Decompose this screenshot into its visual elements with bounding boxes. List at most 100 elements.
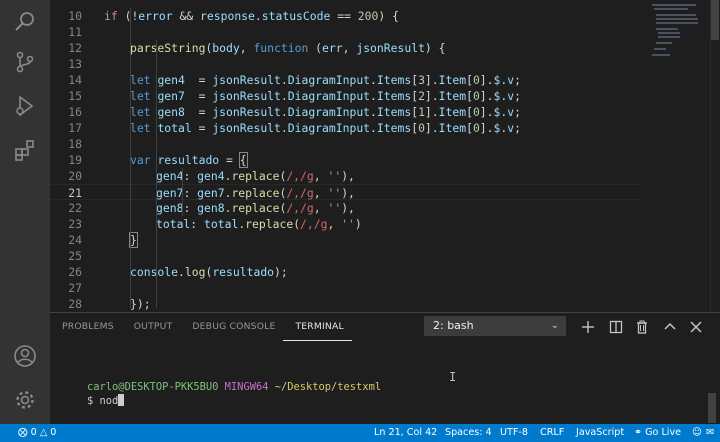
- trash-icon[interactable]: [632, 317, 652, 337]
- code-line[interactable]: 28});: [50, 296, 640, 312]
- code-line[interactable]: 15 let gen7 = jsonResult.DiagramInput.Ite…: [50, 88, 640, 104]
- code-token: ;: [514, 89, 521, 103]
- language-mode[interactable]: JavaScript: [576, 424, 624, 442]
- notifications-icon[interactable]: ✉: [706, 424, 714, 442]
- tab-problems[interactable]: PROBLEMS: [50, 313, 122, 341]
- code-token: '': [327, 169, 342, 183]
- terminal-path: ~/Desktop/testxml: [274, 381, 382, 393]
- code-token: console: [130, 265, 179, 279]
- code-token: [: [466, 73, 473, 87]
- eol-status[interactable]: CRLF: [540, 424, 564, 442]
- code-line[interactable]: 14 let gen4 = jsonResult.DiagramInput.Ite…: [50, 72, 640, 88]
- chevron-up-icon[interactable]: [660, 317, 680, 337]
- encoding-status[interactable]: UTF-8: [500, 424, 528, 442]
- code-token: gen7: [157, 89, 185, 103]
- chevron-down-icon: ⌄: [550, 320, 559, 331]
- code-token: let: [130, 105, 151, 119]
- code-token: body: [212, 41, 240, 55]
- close-icon[interactable]: [686, 317, 706, 337]
- panel-tabs: PROBLEMS OUTPUT DEBUG CONSOLE TERMINAL: [50, 313, 352, 341]
- tab-debug-console[interactable]: DEBUG CONSOLE: [180, 313, 283, 341]
- terminal-input[interactable]: nod: [100, 395, 119, 407]
- minimap[interactable]: [646, 0, 710, 312]
- code-token: ) {: [424, 41, 446, 55]
- code-token: :: [183, 169, 198, 183]
- terminal-input-line[interactable]: $ nod: [62, 380, 125, 422]
- code-token: parseString: [130, 41, 206, 55]
- code-line[interactable]: 22 gen8: gen8.replace(/,/g, ''),: [50, 200, 640, 216]
- code-token: DiagramInput: [287, 89, 371, 103]
- code-token: :: [183, 186, 198, 200]
- code-line[interactable]: 18: [50, 136, 640, 152]
- code-token: jsonResult: [212, 73, 281, 87]
- run-debug-icon[interactable]: [0, 84, 50, 128]
- code-line[interactable]: 27: [50, 280, 640, 296]
- editor-scrollbar[interactable]: [710, 0, 720, 312]
- code-text: let gen4 = jsonResult.DiagramInput.Items…: [130, 72, 521, 88]
- code-token: ].: [424, 89, 439, 103]
- broadcast-icon: ⚭: [634, 427, 643, 438]
- code-text: }: [129, 232, 138, 248]
- problems-status[interactable]: ⨂ 0 △ 0: [18, 424, 56, 442]
- split-icon[interactable]: [606, 317, 626, 337]
- line-number: 21: [68, 186, 82, 200]
- code-token: resultado: [157, 153, 220, 167]
- code-line[interactable]: 16 let gen8 = jsonResult.DiagramInput.Ite…: [50, 104, 640, 120]
- code-token: [: [466, 121, 473, 135]
- code-text: console.log(resultado);: [130, 264, 288, 280]
- line-number: 23: [68, 217, 82, 231]
- code-line[interactable]: 13: [50, 56, 640, 72]
- code-token: 0: [472, 73, 480, 87]
- go-live-button[interactable]: ⚭ Go Live: [634, 424, 681, 442]
- code-token: ==: [330, 9, 358, 23]
- code-token: 0: [418, 121, 425, 135]
- code-token: .: [370, 121, 377, 135]
- code-line[interactable]: 24}: [50, 232, 640, 248]
- code-token: .: [280, 105, 288, 119]
- go-live-label: Go Live: [645, 427, 682, 438]
- settings-gear-icon[interactable]: [0, 378, 50, 422]
- code-token: DiagramInput: [287, 121, 371, 135]
- code-line[interactable]: 25: [50, 248, 640, 264]
- code-line[interactable]: 10 if (!error && response.statusCode == 2…: [50, 8, 640, 24]
- code-token: let: [130, 121, 151, 135]
- feedback-icon[interactable]: ☺: [692, 424, 702, 442]
- tab-terminal[interactable]: TERMINAL: [283, 313, 352, 341]
- add-icon[interactable]: [578, 317, 598, 337]
- bottom-panel: PROBLEMS OUTPUT DEBUG CONSOLE TERMINAL 2…: [50, 312, 720, 424]
- account-icon[interactable]: [0, 334, 50, 378]
- code-line[interactable]: 11: [50, 24, 640, 40]
- terminal-select[interactable]: 2: bash ⌄: [424, 316, 566, 336]
- terminal-scrollbar[interactable]: [708, 393, 716, 423]
- code-line[interactable]: 20 gen4: gen4.replace(/,/g, ''),: [50, 168, 640, 184]
- code-token: 1: [418, 105, 425, 119]
- code-text: gen8: gen8.replace(/,/g, ''),: [156, 200, 355, 216]
- code-token: jsonResult: [356, 41, 425, 55]
- source-control-icon[interactable]: [0, 40, 50, 84]
- line-number: 27: [68, 281, 82, 295]
- code-line[interactable]: 23 total: total.replace(/,/g, ''): [50, 216, 640, 232]
- cursor-position[interactable]: Ln 21, Col 42: [374, 424, 437, 442]
- code-token: .: [370, 73, 377, 87]
- code-line[interactable]: 21 gen7: gen7.replace(/,/g, ''),: [50, 184, 640, 200]
- code-line[interactable]: 26 console.log(resultado);: [50, 264, 640, 280]
- line-number: 28: [68, 297, 82, 311]
- code-token: ].: [424, 73, 439, 87]
- code-token: replace: [245, 217, 294, 231]
- code-token: {: [238, 152, 248, 168]
- tab-output[interactable]: OUTPUT: [122, 313, 181, 341]
- code-token: =: [184, 73, 213, 87]
- code-line[interactable]: 12 parseString(body, function (err, jsonR…: [50, 40, 640, 56]
- terminal-cursor: [118, 394, 125, 406]
- code-token: ),: [341, 169, 355, 183]
- code-text: gen7: gen7.replace(/,/g, ''),: [156, 185, 355, 201]
- code-editor[interactable]: 10 if (!error && response.statusCode == 2…: [50, 0, 720, 312]
- code-line[interactable]: 17 let total = jsonResult.DiagramInput.It…: [50, 120, 640, 136]
- search-icon[interactable]: [0, 0, 50, 44]
- editor-scrollbar-thumb[interactable]: [711, 0, 719, 40]
- code-token: Items: [376, 89, 412, 103]
- code-token: .: [280, 89, 288, 103]
- extensions-icon[interactable]: [0, 128, 50, 172]
- code-line[interactable]: 19 var resultado = {: [50, 152, 640, 168]
- indentation-status[interactable]: Spaces: 4: [445, 424, 492, 442]
